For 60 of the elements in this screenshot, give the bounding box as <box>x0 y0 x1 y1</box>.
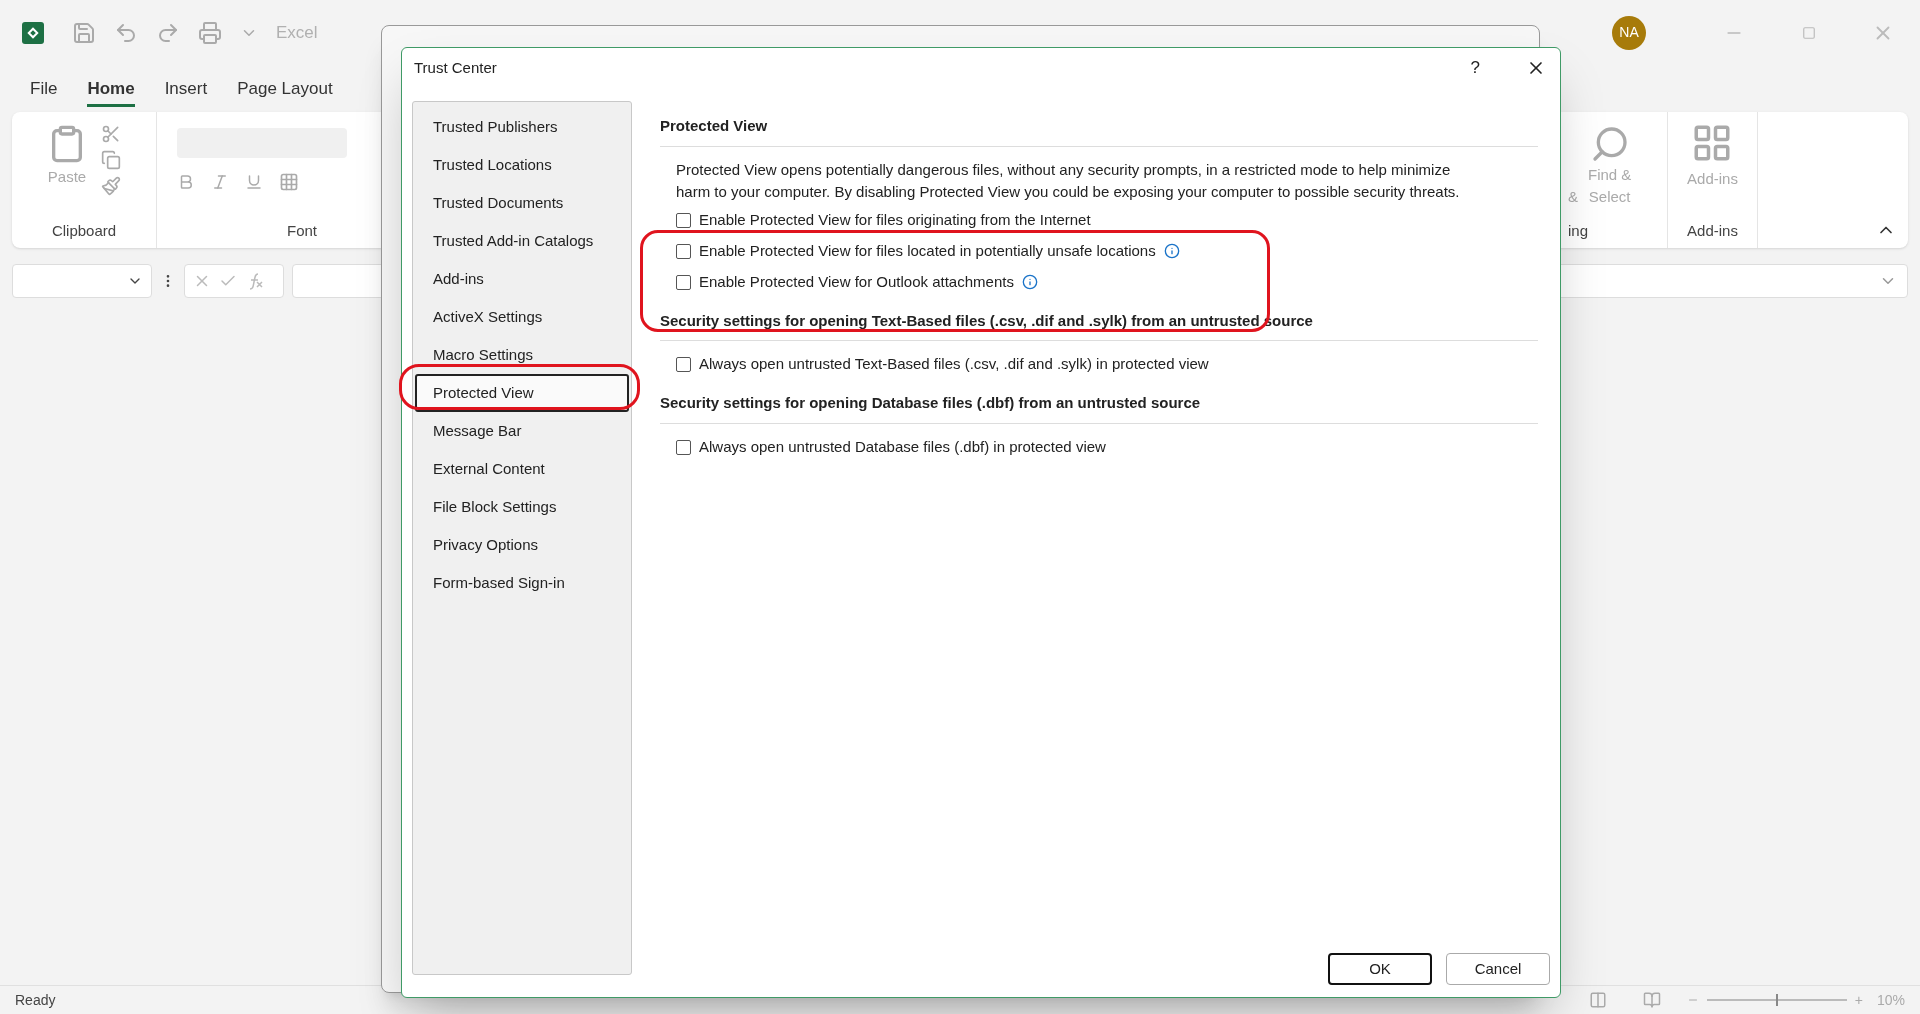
ribbon-tab[interactable]: Home <box>87 69 135 108</box>
ribbon-tab[interactable]: Page Layout <box>237 69 333 108</box>
category-item[interactable]: ActiveX Settings <box>415 298 629 336</box>
category-item[interactable]: Privacy Options <box>415 526 629 564</box>
name-box[interactable] <box>12 264 152 298</box>
group-label: Add-ins <box>1687 220 1738 241</box>
category-item[interactable]: Trusted Add-in Catalogs <box>415 222 629 260</box>
restore-icon[interactable] <box>1802 25 1816 40</box>
category-item[interactable]: External Content <box>415 450 629 488</box>
checkbox-label: Enable Protected View for Outlook attachments <box>699 271 1014 292</box>
section-heading: Security settings for opening Database files (.dbf) from an untrusted source <box>660 393 1202 413</box>
checkbox[interactable] <box>676 243 691 259</box>
dialog-title: Trust Center <box>414 57 497 78</box>
paste-label: Paste <box>47 167 87 187</box>
info-icon[interactable] <box>1021 274 1038 290</box>
checkbox[interactable] <box>676 439 691 455</box>
save-icon[interactable] <box>72 20 96 45</box>
category-item[interactable]: Trusted Publishers <box>415 108 629 146</box>
italic-icon[interactable] <box>211 173 229 191</box>
page-break-view-icon[interactable] <box>1642 991 1661 1009</box>
excel-logo-icon <box>22 21 44 44</box>
category-item[interactable]: Add-ins <box>415 260 629 298</box>
category-item[interactable]: Trusted Documents <box>415 184 629 222</box>
checkbox-label: Always open untrusted Text-Based files (.csv, .dif and .sylk) in protected view <box>699 354 1209 375</box>
section-description: Protected View opens potentially dangerous files, without any security prompts, in a restricted mode to help minimize harm to your computer. By disabling Protected View you could be exposing your computer to possible security threats. <box>675 159 1460 202</box>
group-label: Clipboard <box>51 220 117 241</box>
zoom-thumb[interactable] <box>1775 994 1778 1006</box>
dialog-button[interactable]: OK <box>1328 953 1432 985</box>
category-item[interactable]: Protected View <box>415 374 629 412</box>
format-painter-icon[interactable] <box>101 176 121 196</box>
cut-icon[interactable] <box>101 124 121 144</box>
app-title: Excel <box>276 21 318 44</box>
help-button[interactable]: ? <box>1470 55 1480 81</box>
checkbox[interactable] <box>676 274 691 290</box>
info-icon[interactable] <box>1163 243 1180 259</box>
dialog-button[interactable]: Cancel <box>1446 953 1550 985</box>
underline-icon[interactable] <box>245 173 263 191</box>
ribbon-text: & <box>1568 186 1578 207</box>
checkbox-label: Enable Protected View for files originating from the Internet <box>699 209 1091 230</box>
zoom-level: 10% <box>1876 990 1905 1010</box>
group-label: ing <box>1568 220 1590 241</box>
checkbox[interactable] <box>676 357 691 372</box>
category-item[interactable]: Form-based Sign-in <box>415 564 629 602</box>
group-label: Font <box>286 220 317 241</box>
ribbon-tab[interactable]: File <box>30 69 58 108</box>
checkbox[interactable] <box>676 212 691 228</box>
borders-icon[interactable] <box>279 172 299 192</box>
checkbox-label: Enable Protected View for files located in potentially unsafe locations <box>699 240 1156 261</box>
category-item[interactable]: Macro Settings <box>415 336 629 374</box>
page-layout-view-icon[interactable] <box>1588 991 1607 1009</box>
category-item[interactable]: File Block Settings <box>415 488 629 526</box>
checkbox-label: Always open untrusted Database files (.dbf) in protected view <box>699 436 1106 457</box>
copy-icon[interactable] <box>101 150 121 170</box>
status-text: Ready <box>15 990 56 1010</box>
category-item[interactable]: Message Bar <box>415 412 629 450</box>
user-avatar[interactable]: NA <box>1612 15 1646 50</box>
category-item[interactable]: Trusted Locations <box>415 146 629 184</box>
print-icon[interactable] <box>198 20 222 45</box>
section-heading: Protected View <box>660 116 769 136</box>
ribbon-tab[interactable]: Insert <box>164 69 208 108</box>
